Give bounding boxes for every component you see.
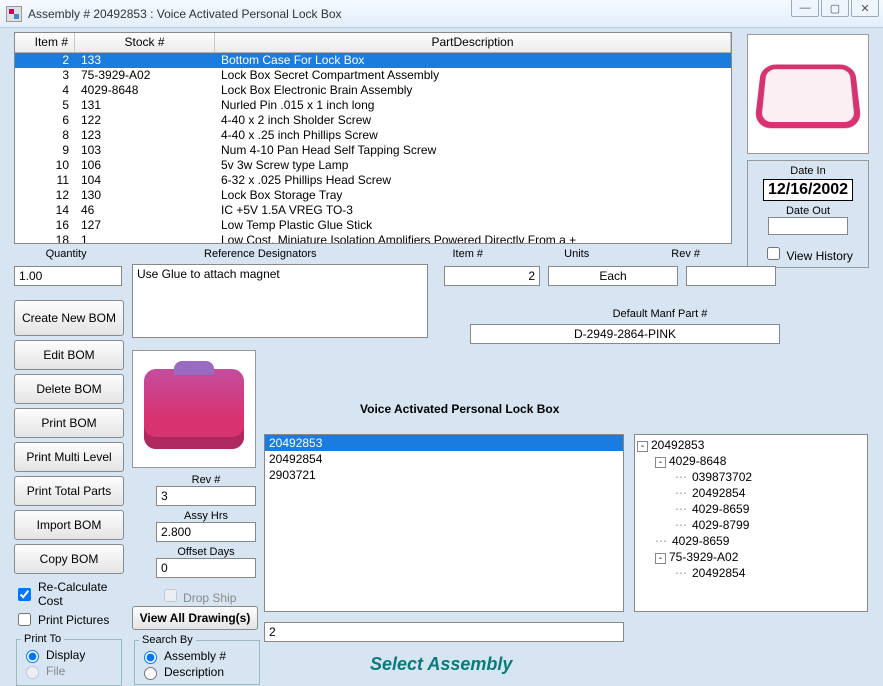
- date-out-value[interactable]: [768, 217, 848, 235]
- edit-bom-button[interactable]: Edit BOM: [14, 340, 124, 370]
- refdes-label: Reference Designators: [118, 248, 402, 260]
- print-to-display-radio[interactable]: [26, 650, 39, 663]
- date-in-label: Date In: [752, 165, 864, 177]
- assembly-name: Voice Activated Personal Lock Box: [360, 402, 559, 416]
- print-pics-label: Print Pictures: [38, 613, 109, 627]
- maximize-button[interactable]: ▢: [821, 0, 849, 17]
- table-row[interactable]: 101065v 3w Screw type Lamp: [15, 158, 731, 173]
- titlebar: Assembly # 20492853 : Voice Activated Pe…: [0, 0, 883, 28]
- search-by-legend: Search By: [139, 634, 196, 646]
- assembly-thumbnail: [132, 350, 256, 468]
- table-row[interactable]: 44029-8648Lock Box Electronic Brain Asse…: [15, 83, 731, 98]
- offsetdays-label: Offset Days: [156, 546, 256, 558]
- units-input[interactable]: [548, 266, 678, 286]
- date-out-label: Date Out: [752, 205, 864, 217]
- manf-input[interactable]: [470, 324, 780, 344]
- dropship-checkbox: [164, 589, 177, 602]
- recalc-label: Re-Calculate Cost: [38, 580, 124, 608]
- view-drawings-button[interactable]: View All Drawing(s): [132, 606, 258, 630]
- bom-button-column: Create New BOM Edit BOM Delete BOM Print…: [14, 300, 124, 686]
- minimize-button[interactable]: —: [791, 0, 819, 17]
- lockbox-closed-icon: [144, 369, 244, 449]
- lockbox-open-icon: [758, 59, 858, 129]
- tree-node[interactable]: 4029-8659: [637, 533, 865, 549]
- search-by-group: Search By Assembly # Description: [134, 634, 260, 685]
- tree-node[interactable]: -4029-8648: [637, 453, 865, 469]
- list-item[interactable]: 2903721: [265, 467, 623, 483]
- search-input[interactable]: [264, 622, 624, 642]
- table-row[interactable]: 12130Lock Box Storage Tray: [15, 188, 731, 203]
- assembly-tree[interactable]: -20492853-4029-8648039873702204928544029…: [634, 434, 868, 612]
- view-history-label: View History: [786, 249, 852, 263]
- create-bom-button[interactable]: Create New BOM: [14, 300, 124, 336]
- print-to-legend: Print To: [21, 633, 64, 645]
- parts-grid[interactable]: Item # Stock # PartDescription 2133Botto…: [14, 32, 732, 244]
- item-label: Item #: [420, 248, 515, 260]
- tree-node[interactable]: -20492853: [637, 437, 865, 453]
- dropship-label: Drop Ship: [183, 591, 236, 605]
- recalc-checkbox[interactable]: [18, 588, 31, 601]
- grid-header: Item # Stock # PartDescription: [15, 33, 731, 53]
- delete-bom-button[interactable]: Delete BOM: [14, 374, 124, 404]
- item-input[interactable]: [444, 266, 540, 286]
- table-row[interactable]: 2133Bottom Case For Lock Box: [15, 53, 731, 68]
- rev-input[interactable]: [686, 266, 776, 286]
- table-row[interactable]: 375-3929-A02Lock Box Secret Compartment …: [15, 68, 731, 83]
- refdes-textbox[interactable]: Use Glue to attach magnet: [132, 264, 428, 338]
- print-total-button[interactable]: Print Total Parts: [14, 476, 124, 506]
- view-history-checkbox[interactable]: [767, 247, 780, 260]
- table-row[interactable]: 16127Low Temp Plastic Glue Stick: [15, 218, 731, 233]
- window-title: Assembly # 20492853 : Voice Activated Pe…: [28, 7, 877, 21]
- tree-node[interactable]: 20492854: [637, 565, 865, 581]
- list-item[interactable]: 20492854: [265, 451, 623, 467]
- print-multi-button[interactable]: Print Multi Level: [14, 442, 124, 472]
- date-panel: Date In 12/16/2002 Date Out View History: [747, 160, 869, 268]
- table-row[interactable]: 181Low Cost, Miniature Isolation Amplifi…: [15, 233, 731, 243]
- print-bom-button[interactable]: Print BOM: [14, 408, 124, 438]
- table-row[interactable]: 1446IC +5V 1.5A VREG TO-3: [15, 203, 731, 218]
- list-item[interactable]: 20492853: [265, 435, 623, 451]
- part-image-panel: [747, 34, 869, 154]
- table-row[interactable]: 111046-32 x .025 Phillips Head Screw: [15, 173, 731, 188]
- table-row[interactable]: 81234-40 x .25 inch Phillips Screw: [15, 128, 731, 143]
- col-item-header[interactable]: Item #: [15, 33, 75, 52]
- col-desc-header[interactable]: PartDescription: [215, 33, 731, 52]
- rev-label: Rev #: [638, 248, 733, 260]
- offsetdays-input[interactable]: [156, 558, 256, 578]
- tree-node[interactable]: -75-3929-A02: [637, 549, 865, 565]
- close-button[interactable]: ✕: [851, 0, 879, 17]
- rev2-input[interactable]: [156, 486, 256, 506]
- table-row[interactable]: 9103Num 4-10 Pan Head Self Tapping Screw: [15, 143, 731, 158]
- search-by-description-radio[interactable]: [144, 667, 157, 680]
- units-label: Units: [515, 248, 638, 260]
- manf-label: Default Manf Part #: [560, 308, 760, 320]
- print-to-file-radio: [26, 666, 39, 679]
- assyhrs-input[interactable]: [156, 522, 256, 542]
- quantity-input[interactable]: [14, 266, 122, 286]
- date-in-value: 12/16/2002: [763, 179, 853, 201]
- copy-bom-button[interactable]: Copy BOM: [14, 544, 124, 574]
- tree-node[interactable]: 039873702: [637, 469, 865, 485]
- table-row[interactable]: 61224-40 x 2 inch Sholder Screw: [15, 113, 731, 128]
- tree-node[interactable]: 4029-8799: [637, 517, 865, 533]
- tree-node[interactable]: 20492854: [637, 485, 865, 501]
- select-assembly-heading: Select Assembly: [370, 654, 512, 675]
- assembly-list[interactable]: 20492853204928542903721: [264, 434, 624, 612]
- search-by-assembly-radio[interactable]: [144, 651, 157, 664]
- rev2-label: Rev #: [156, 474, 256, 486]
- table-row[interactable]: 5131Nurled Pin .015 x 1 inch long: [15, 98, 731, 113]
- app-icon: [6, 6, 22, 22]
- tree-node[interactable]: 4029-8659: [637, 501, 865, 517]
- col-stock-header[interactable]: Stock #: [75, 33, 215, 52]
- quantity-label: Quantity: [14, 248, 118, 260]
- assyhrs-label: Assy Hrs: [156, 510, 256, 522]
- print-to-group: Print To Display File: [16, 633, 122, 686]
- print-pics-checkbox[interactable]: [18, 613, 31, 626]
- import-bom-button[interactable]: Import BOM: [14, 510, 124, 540]
